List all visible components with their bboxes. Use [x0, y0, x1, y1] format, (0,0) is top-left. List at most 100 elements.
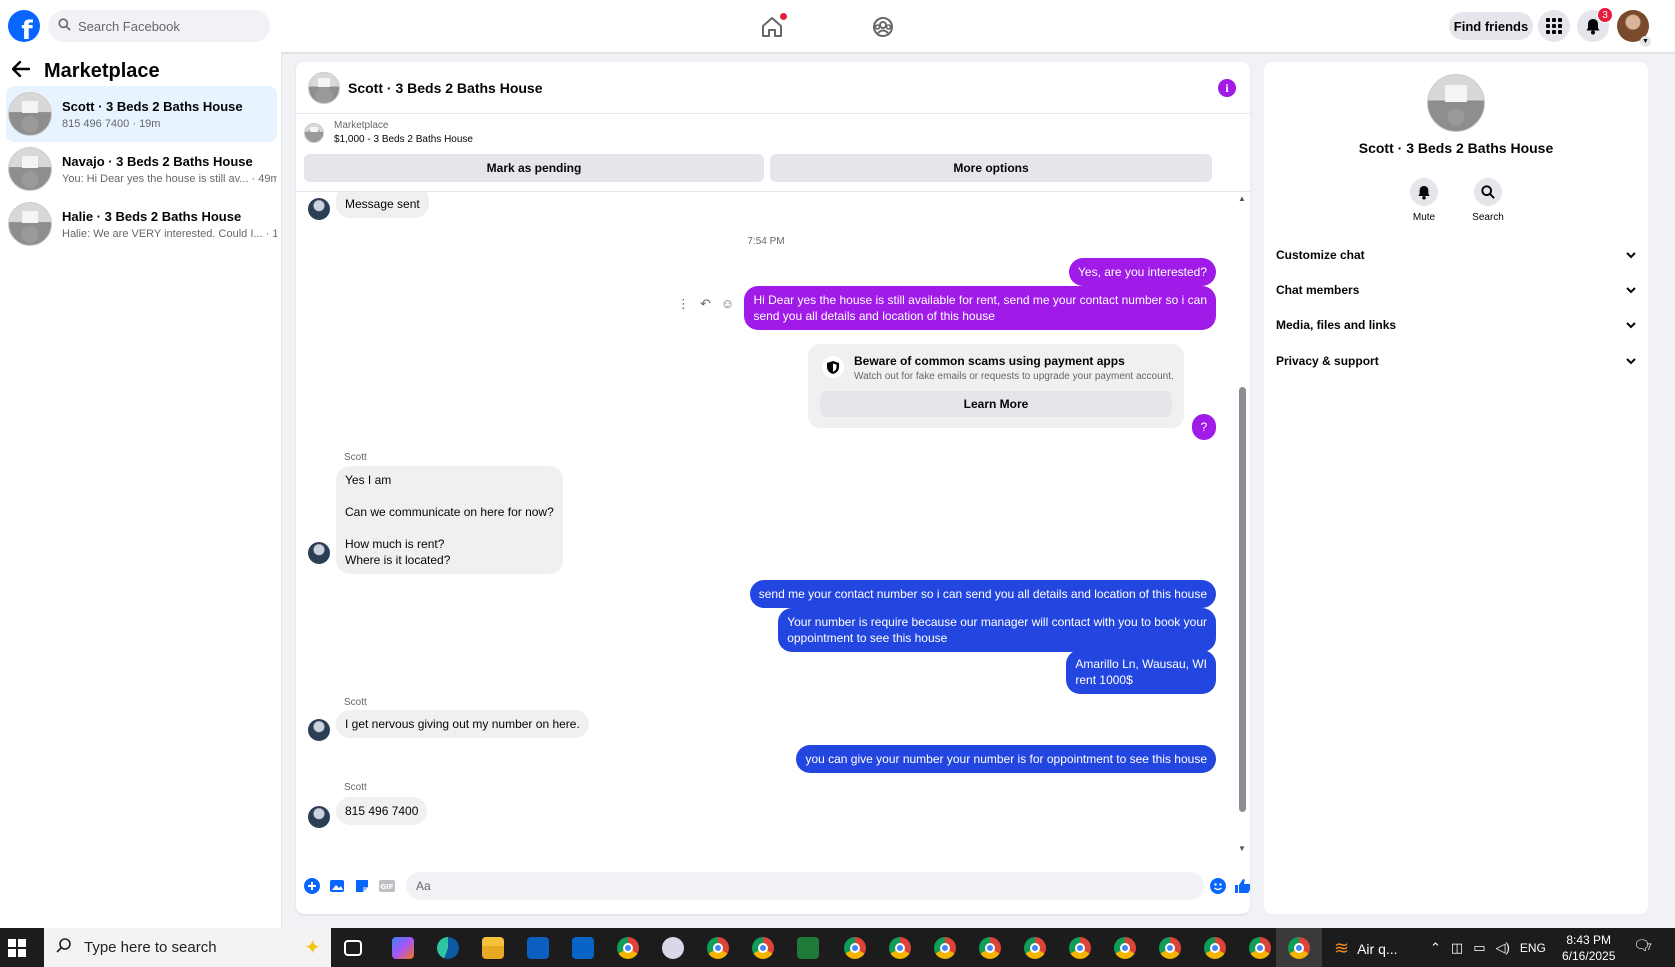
edge-icon[interactable]: [437, 937, 459, 959]
sticker-icon[interactable]: [354, 878, 370, 894]
chat-members-row[interactable]: Chat members: [1276, 275, 1636, 305]
scroll-down-icon[interactable]: ▼: [1238, 844, 1246, 853]
more-icon[interactable]: ⋮: [677, 296, 690, 312]
message-bubble: Hi Dear yes the house is still available…: [744, 286, 1216, 330]
sender-avatar: [308, 542, 330, 564]
chrome-icon[interactable]: [1069, 937, 1091, 959]
marketplace-sidebar: Marketplace Scott · 3 Beds 2 Baths House…: [0, 52, 282, 928]
copilot-icon[interactable]: [392, 937, 414, 959]
conversation-title: Scott · 3 Beds 2 Baths House: [62, 98, 243, 114]
chevron-down-icon[interactable]: ▼: [1640, 36, 1651, 47]
message-line: How much is rent?: [345, 537, 445, 551]
search-icon: [1474, 178, 1502, 206]
find-friends-button[interactable]: Find friends: [1449, 12, 1533, 40]
chrome-icon[interactable]: [1288, 937, 1310, 959]
facebook-logo[interactable]: f: [8, 10, 40, 42]
message-line: Can we communicate on here for now?: [345, 505, 554, 519]
emoji-icon[interactable]: [1210, 878, 1226, 894]
notification-center-count: 7: [1646, 942, 1652, 952]
sidebar-header: Marketplace: [11, 60, 160, 83]
language-indicator[interactable]: ENG: [1520, 941, 1546, 955]
chrome-icon[interactable]: [1204, 937, 1226, 959]
weather-widget[interactable]: ≋ Air q...: [1334, 938, 1398, 959]
clock-date: 6/16/2025: [1562, 949, 1616, 963]
meet-now-icon[interactable]: ◫: [1451, 940, 1463, 956]
customize-chat-row[interactable]: Customize chat: [1276, 240, 1636, 270]
ms-store-icon[interactable]: [527, 937, 549, 959]
chrome-icon[interactable]: [1249, 937, 1271, 959]
taskbar-search-input[interactable]: Type here to search ✦: [44, 928, 331, 967]
mute-button[interactable]: Mute: [1394, 178, 1454, 223]
listing-price: $1,000 - 3 Beds 2 Baths House: [334, 134, 473, 145]
message-bubble: you can give your number your number is …: [796, 745, 1216, 773]
message-line: Yes I am: [345, 473, 392, 487]
listing-summary[interactable]: Marketplace $1,000 - 3 Beds 2 Baths Hous…: [304, 120, 473, 145]
conversation-preview: You: Hi Dear yes the house is still av..…: [62, 172, 277, 185]
message-line: oppointment to see this house: [787, 631, 948, 645]
chrome-icon[interactable]: [979, 937, 1001, 959]
learn-more-button[interactable]: Learn More: [820, 391, 1172, 417]
gif-icon[interactable]: GIF: [379, 878, 395, 894]
chat-avatar[interactable]: [308, 71, 340, 104]
menu-grid-button[interactable]: [1538, 10, 1570, 42]
home-icon[interactable]: [760, 16, 784, 38]
clock-time: 8:43 PM: [1566, 933, 1612, 947]
chrome-icon[interactable]: [844, 937, 866, 959]
taskbar-clock[interactable]: 8:43 PM 6/16/2025: [1562, 932, 1615, 964]
reply-icon[interactable]: ↶: [700, 296, 711, 312]
message-scrollbar[interactable]: ▲ ▼: [1236, 192, 1248, 856]
plus-circle-icon[interactable]: [304, 878, 320, 894]
chrome-icon[interactable]: [617, 937, 639, 959]
conversation-item-navajo[interactable]: Navajo · 3 Beds 2 Baths House You: Hi De…: [6, 141, 277, 197]
scroll-thumb[interactable]: [1239, 387, 1246, 812]
taskbar-search-placeholder: Type here to search: [84, 939, 217, 956]
outlook-icon[interactable]: [572, 937, 594, 959]
chevron-up-icon[interactable]: ⌃: [1430, 940, 1441, 956]
chrome-icon[interactable]: [934, 937, 956, 959]
chat-profile-avatar[interactable]: [1427, 74, 1485, 132]
chevron-down-icon: [1626, 354, 1636, 368]
volume-icon[interactable]: ◁): [1496, 940, 1510, 956]
home-notification-dot: [780, 13, 787, 20]
network-icon[interactable]: ▭: [1473, 940, 1485, 956]
message-input[interactable]: Aa: [406, 872, 1204, 900]
message-bubble: Yes, are you interested?: [1069, 258, 1216, 286]
conversation-item-halie[interactable]: Halie · 3 Beds 2 Baths House Halie: We a…: [6, 196, 277, 252]
windows-taskbar: Type here to search ✦ ≋ Air q... ⌃ ◫ ▭ ◁…: [0, 928, 1675, 967]
chrome-icon[interactable]: [1114, 937, 1136, 959]
weather-label: Air q...: [1357, 940, 1398, 957]
spreadsheet-icon[interactable]: [797, 937, 819, 959]
emoji-react-icon[interactable]: ☺: [721, 296, 734, 312]
row-label: Privacy & support: [1276, 354, 1379, 368]
file-explorer-icon[interactable]: [482, 937, 504, 959]
scroll-up-icon[interactable]: ▲: [1238, 194, 1246, 203]
air-quality-icon: ≋: [1334, 938, 1350, 958]
chevron-down-icon: [1626, 283, 1636, 297]
chrome-icon[interactable]: [889, 937, 911, 959]
search-in-chat-button[interactable]: Search: [1458, 178, 1518, 223]
chat-details-panel: Scott · 3 Beds 2 Baths House Mute Search…: [1264, 62, 1648, 914]
info-icon[interactable]: i: [1218, 79, 1236, 97]
chrome-icon[interactable]: [752, 937, 774, 959]
privacy-support-row[interactable]: Privacy & support: [1276, 346, 1636, 376]
more-options-button[interactable]: More options: [770, 154, 1212, 182]
windows-start-icon[interactable]: [8, 939, 26, 957]
chrome-icon[interactable]: [1159, 937, 1181, 959]
conversation-item-scott[interactable]: Scott · 3 Beds 2 Baths House 815 496 740…: [6, 86, 277, 142]
search-placeholder: Search Facebook: [78, 18, 180, 34]
facebook-search-input[interactable]: Search Facebook: [48, 10, 270, 42]
task-view-icon[interactable]: [344, 940, 362, 956]
thumbs-up-icon[interactable]: [1234, 878, 1250, 894]
back-arrow-icon[interactable]: [11, 60, 31, 83]
groups-icon[interactable]: [871, 16, 895, 38]
system-tray: ⌃ ◫ ▭ ◁) ENG: [1430, 940, 1546, 956]
media-files-links-row[interactable]: Media, files and links: [1276, 310, 1636, 340]
chat-title[interactable]: Scott · 3 Beds 2 Baths House: [348, 80, 543, 96]
app-icon[interactable]: [662, 937, 684, 959]
photo-icon[interactable]: [329, 878, 345, 894]
chrome-icon[interactable]: [1024, 937, 1046, 959]
search-icon: [56, 937, 72, 958]
notification-center-icon[interactable]: 🗨7: [1633, 937, 1652, 954]
mark-as-pending-button[interactable]: Mark as pending: [304, 154, 764, 182]
chrome-icon[interactable]: [707, 937, 729, 959]
